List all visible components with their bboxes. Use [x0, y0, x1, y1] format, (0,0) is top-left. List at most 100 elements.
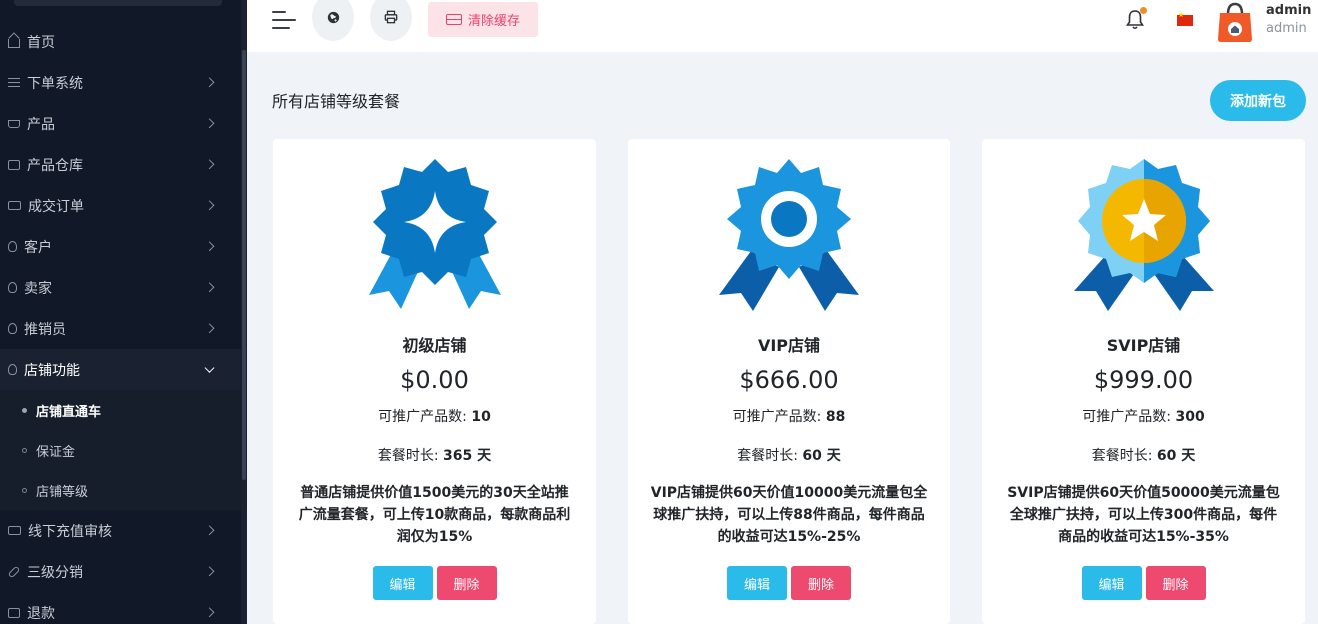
package-description: VIP店铺提供60天价值10000美元流量包全球推广扶持，可以上传88件商品，每… — [650, 485, 928, 545]
package-duration: 套餐时长: 60 天 — [1091, 448, 1196, 464]
sidebar-item-label: 推销员 — [24, 321, 66, 338]
products-count: 可推广产品数: 88 — [732, 409, 846, 425]
sidebar-item-label: 产品 — [27, 116, 55, 133]
sidebar-item-orders[interactable]: 成交订单 — [0, 185, 241, 226]
delete-button[interactable]: 删除 — [436, 566, 497, 600]
package-name: 初级店铺 — [402, 336, 467, 355]
cart-icon — [8, 119, 20, 128]
home-icon — [8, 38, 20, 48]
sidebar-search-stub[interactable] — [14, 0, 222, 6]
sidebar-subitem-label: 店铺直通车 — [36, 404, 102, 420]
page-title: 所有店铺等级套餐 — [272, 92, 401, 111]
delete-button[interactable]: 删除 — [1145, 566, 1206, 600]
add-package-button[interactable]: 添加新包 — [1210, 80, 1306, 121]
badge-star-icon — [368, 159, 501, 309]
card-icon — [8, 526, 21, 535]
chevron-right-icon — [204, 117, 215, 128]
package-price: $666.00 — [739, 366, 839, 394]
sidebar-item-label: 线下充值审核 — [28, 523, 112, 540]
chevron-down-icon — [204, 362, 215, 373]
sidebar-item-sellers[interactable]: 卖家 — [0, 267, 241, 308]
user-icon — [8, 282, 17, 293]
sidebar-menu: 首页 下单系统 产品 产品仓库 成交订单 客户 卖家 推销员 店铺功能 店铺直通… — [0, 21, 241, 624]
delete-button[interactable]: 删除 — [791, 566, 851, 600]
sidebar-item-distribution[interactable]: 三级分销 — [0, 551, 241, 592]
users-icon — [8, 241, 17, 252]
chevron-right-icon — [204, 158, 215, 169]
package-duration: 套餐时长: 60 天 — [737, 448, 841, 464]
chevron-right-icon — [204, 281, 215, 292]
package-card: SVIP店铺 $999.00 可推广产品数: 300 套餐时长: 60 天 SV… — [982, 139, 1305, 624]
top-bar: 清除缓存 admin admin — [247, 0, 1318, 52]
products-count: 可推广产品数: 10 — [378, 409, 491, 425]
package-price: $999.00 — [1093, 366, 1194, 394]
sidebar: 首页 下单系统 产品 产品仓库 成交订单 客户 卖家 推销员 店铺功能 店铺直通… — [0, 0, 247, 624]
inbox-icon — [445, 14, 462, 25]
sidebar-item-label: 三级分销 — [27, 564, 83, 581]
edit-button[interactable]: 编辑 — [727, 566, 787, 600]
user-icon — [8, 323, 17, 334]
china-flag-icon[interactable] — [1177, 11, 1193, 26]
badge-gold-star-icon — [1073, 159, 1214, 311]
sidebar-item-shop-functions[interactable]: 店铺功能 — [0, 349, 241, 390]
refund-icon — [8, 607, 20, 618]
sidebar-item-offline-recharge[interactable]: 线下充值审核 — [0, 510, 241, 551]
sidebar-scroll-thumb[interactable] — [242, 50, 246, 480]
package-name: VIP店铺 — [757, 336, 821, 355]
sidebar-item-home[interactable]: 首页 — [0, 21, 241, 62]
language-globe-button[interactable] — [312, 0, 354, 41]
warehouse-icon — [8, 159, 20, 170]
bullet-icon — [22, 447, 27, 453]
sidebar-item-label: 下单系统 — [27, 75, 83, 92]
sidebar-item-label: 退款 — [27, 605, 55, 622]
shop-functions-submenu: 店铺直通车 保证金 店铺等级 — [0, 390, 241, 510]
edit-button[interactable]: 编辑 — [372, 566, 433, 600]
sidebar-item-label: 卖家 — [24, 280, 52, 297]
chevron-right-icon — [204, 606, 215, 617]
sidebar-item-products[interactable]: 产品 — [0, 103, 241, 144]
sidebar-item-salesmen[interactable]: 推销员 — [0, 308, 241, 349]
sidebar-item-order-system[interactable]: 下单系统 — [0, 62, 241, 103]
sidebar-subitem-label: 店铺等级 — [36, 484, 89, 500]
bullet-icon — [22, 407, 27, 413]
products-count: 可推广产品数: 300 — [1082, 409, 1205, 425]
sidebar-subitem-label: 保证金 — [36, 444, 76, 460]
sidebar-subitem-shop-express[interactable]: 店铺直通车 — [0, 390, 241, 430]
sidebar-subitem-shop-levels[interactable]: 店铺等级 — [0, 470, 241, 510]
sidebar-item-label: 首页 — [27, 34, 55, 51]
avatar[interactable] — [1217, 2, 1253, 42]
globe-icon — [327, 11, 339, 23]
package-description: 普通店铺提供价值1500美元的30天全站推广流量套餐，可上传10款商品，每款商品… — [298, 485, 571, 545]
order-icon — [8, 201, 21, 210]
sidebar-item-label: 成交订单 — [28, 198, 84, 215]
package-card: VIP店铺 $666.00 可推广产品数: 88 套餐时长: 60 天 VIP店… — [628, 139, 950, 624]
user-role: admin — [1266, 21, 1307, 36]
sidebar-scrollbar[interactable] — [241, 0, 247, 624]
menu-toggle-icon[interactable] — [272, 8, 296, 32]
sidebar-item-refund[interactable]: 退款 — [0, 592, 241, 624]
print-button[interactable] — [370, 0, 412, 41]
sidebar-item-label: 产品仓库 — [27, 157, 83, 174]
chevron-right-icon — [204, 565, 215, 576]
package-price: $0.00 — [400, 366, 469, 394]
sidebar-item-label: 店铺功能 — [24, 362, 80, 379]
package-duration: 套餐时长: 365 天 — [377, 448, 492, 464]
chevron-right-icon — [204, 524, 215, 535]
clear-cache-label: 清除缓存 — [467, 14, 520, 29]
badge-ring-icon — [719, 159, 859, 311]
package-card: 初级店铺 $0.00 可推广产品数: 10 套餐时长: 365 天 普通店铺提供… — [273, 139, 596, 624]
sidebar-item-customers[interactable]: 客户 — [0, 226, 241, 267]
notification-dot — [1140, 7, 1147, 14]
link-icon — [7, 565, 21, 578]
user-icon — [8, 364, 17, 375]
chevron-right-icon — [204, 240, 215, 251]
sidebar-item-warehouse[interactable]: 产品仓库 — [0, 144, 241, 185]
user-name[interactable]: admin — [1266, 3, 1311, 18]
package-name: SVIP店铺 — [1106, 336, 1181, 355]
package-description: SVIP店铺提供60天价值50000美元流量包全球推广扶持，可以上传300件商品… — [1007, 485, 1280, 545]
printer-icon — [384, 10, 398, 24]
sidebar-subitem-deposit[interactable]: 保证金 — [0, 430, 241, 470]
edit-button[interactable]: 编辑 — [1081, 566, 1142, 600]
clear-cache-button[interactable]: 清除缓存 — [428, 2, 538, 37]
chevron-right-icon — [204, 76, 215, 87]
